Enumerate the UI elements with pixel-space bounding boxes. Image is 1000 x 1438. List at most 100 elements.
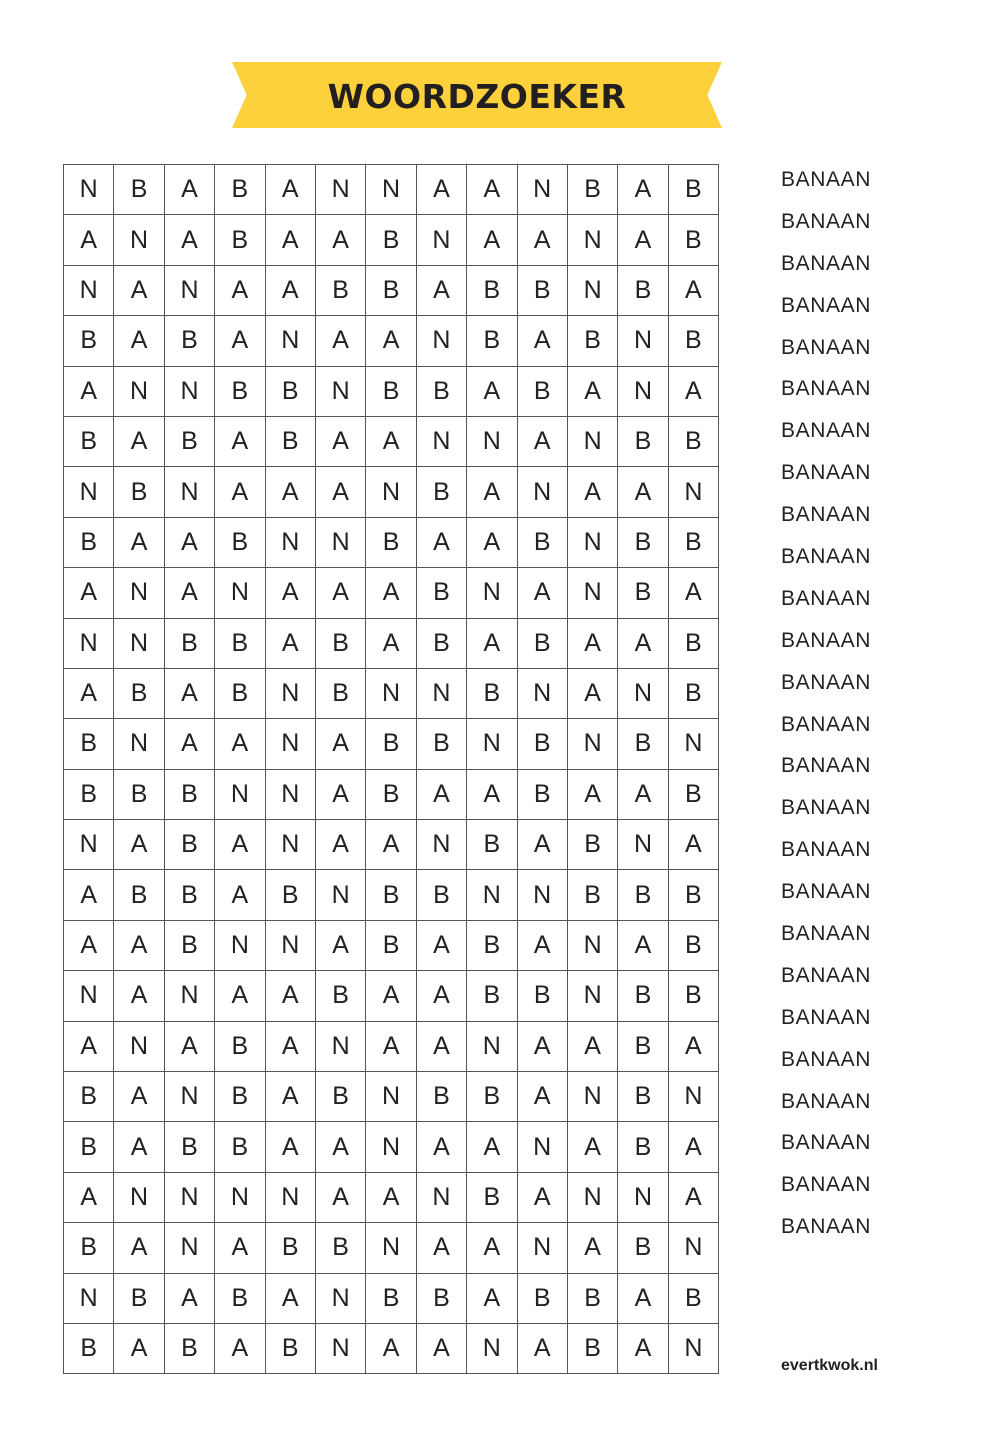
grid-cell[interactable]: A xyxy=(265,568,316,619)
grid-cell[interactable]: A xyxy=(215,971,266,1022)
grid-cell[interactable]: A xyxy=(114,316,165,367)
grid-cell[interactable]: N xyxy=(114,568,165,619)
grid-cell[interactable]: N xyxy=(64,1273,115,1324)
grid-cell[interactable]: B xyxy=(366,920,417,972)
grid-cell[interactable]: A xyxy=(114,517,165,569)
grid-cell[interactable]: A xyxy=(467,165,518,216)
grid-cell[interactable]: B xyxy=(567,316,619,367)
grid-cell[interactable]: A xyxy=(416,517,468,569)
grid-cell[interactable]: B xyxy=(164,920,216,972)
grid-cell[interactable]: A xyxy=(618,215,669,266)
grid-cell[interactable]: B xyxy=(366,870,417,921)
grid-cell[interactable]: A xyxy=(215,719,266,770)
grid-cell[interactable]: N xyxy=(416,1172,468,1224)
grid-cell[interactable]: B xyxy=(668,416,720,468)
grid-cell[interactable]: B xyxy=(668,165,720,216)
grid-cell[interactable]: N xyxy=(164,971,216,1022)
grid-cell[interactable]: A xyxy=(114,1122,165,1173)
grid-cell[interactable]: B xyxy=(366,215,417,266)
grid-cell[interactable]: A xyxy=(517,820,568,871)
grid-cell[interactable]: A xyxy=(64,1172,115,1224)
grid-cell[interactable]: A xyxy=(64,215,115,266)
grid-cell[interactable]: N xyxy=(517,1122,568,1173)
grid-cell[interactable]: N xyxy=(366,1223,417,1274)
grid-cell[interactable]: B xyxy=(265,870,316,921)
grid-cell[interactable]: B xyxy=(215,618,266,669)
grid-cell[interactable]: N xyxy=(567,568,619,619)
grid-cell[interactable]: B xyxy=(64,1323,115,1375)
grid-cell[interactable]: B xyxy=(618,517,669,569)
grid-cell[interactable]: A xyxy=(668,568,720,619)
grid-cell[interactable]: N xyxy=(567,971,619,1022)
grid-cell[interactable]: B xyxy=(416,467,468,518)
grid-cell[interactable]: N xyxy=(668,719,720,770)
grid-cell[interactable]: A xyxy=(265,618,316,669)
grid-cell[interactable]: N xyxy=(517,668,568,720)
grid-cell[interactable]: B xyxy=(567,1273,619,1324)
grid-cell[interactable]: N xyxy=(315,517,367,569)
grid-cell[interactable]: B xyxy=(265,366,316,417)
grid-cell[interactable]: N xyxy=(618,1172,669,1224)
grid-cell[interactable]: A xyxy=(366,568,417,619)
grid-cell[interactable]: B xyxy=(114,870,165,921)
grid-cell[interactable]: A xyxy=(64,1021,115,1073)
grid-cell[interactable]: A xyxy=(315,215,367,266)
grid-cell[interactable]: B xyxy=(618,568,669,619)
grid-cell[interactable]: N xyxy=(315,870,367,921)
grid-cell[interactable]: B xyxy=(215,1122,266,1173)
grid-cell[interactable]: N xyxy=(265,820,316,871)
grid-cell[interactable]: B xyxy=(366,719,417,770)
grid-cell[interactable]: A xyxy=(618,769,669,821)
grid-cell[interactable]: A xyxy=(315,769,367,821)
grid-cell[interactable]: B xyxy=(467,668,518,720)
grid-cell[interactable]: N xyxy=(64,165,115,216)
grid-cell[interactable]: N xyxy=(114,366,165,417)
grid-cell[interactable]: N xyxy=(416,820,468,871)
grid-cell[interactable]: B xyxy=(366,769,417,821)
grid-cell[interactable]: B xyxy=(567,165,619,216)
grid-cell[interactable]: N xyxy=(467,568,518,619)
grid-cell[interactable]: N xyxy=(416,215,468,266)
grid-cell[interactable]: N xyxy=(265,769,316,821)
grid-cell[interactable]: B xyxy=(114,165,165,216)
grid-cell[interactable]: B xyxy=(416,870,468,921)
grid-cell[interactable]: B xyxy=(467,265,518,317)
grid-cell[interactable]: B xyxy=(416,1273,468,1324)
grid-cell[interactable]: N xyxy=(315,1323,367,1375)
grid-cell[interactable]: B xyxy=(567,1323,619,1375)
grid-cell[interactable]: N xyxy=(215,568,266,619)
grid-cell[interactable]: A xyxy=(618,1273,669,1324)
grid-cell[interactable]: B xyxy=(164,870,216,921)
grid-cell[interactable]: N xyxy=(164,1072,216,1123)
grid-cell[interactable]: A xyxy=(567,1021,619,1073)
grid-cell[interactable]: N xyxy=(265,1172,316,1224)
grid-cell[interactable]: N xyxy=(315,1273,367,1324)
grid-cell[interactable]: A xyxy=(668,265,720,317)
grid-cell[interactable]: N xyxy=(64,265,115,317)
grid-cell[interactable]: A xyxy=(668,366,720,417)
grid-cell[interactable]: B xyxy=(618,1122,669,1173)
grid-cell[interactable]: N xyxy=(416,668,468,720)
grid-cell[interactable]: B xyxy=(567,820,619,871)
grid-cell[interactable]: B xyxy=(668,769,720,821)
grid-cell[interactable]: N xyxy=(366,467,417,518)
grid-cell[interactable]: N xyxy=(467,719,518,770)
grid-cell[interactable]: A xyxy=(265,971,316,1022)
grid-cell[interactable]: B xyxy=(467,820,518,871)
grid-cell[interactable]: N xyxy=(567,1072,619,1123)
grid-cell[interactable]: B xyxy=(668,920,720,972)
grid-cell[interactable]: A xyxy=(215,416,266,468)
grid-cell[interactable]: A xyxy=(567,618,619,669)
grid-cell[interactable]: N xyxy=(366,165,417,216)
grid-cell[interactable]: B xyxy=(517,719,568,770)
grid-cell[interactable]: N xyxy=(64,971,115,1022)
grid-cell[interactable]: B xyxy=(215,1021,266,1073)
grid-cell[interactable]: A xyxy=(467,215,518,266)
grid-cell[interactable]: N xyxy=(668,1323,720,1375)
grid-cell[interactable]: N xyxy=(618,668,669,720)
grid-cell[interactable]: B xyxy=(517,366,568,417)
grid-cell[interactable]: A xyxy=(366,316,417,367)
grid-cell[interactable]: A xyxy=(315,1122,367,1173)
grid-cell[interactable]: A xyxy=(366,1021,417,1073)
grid-cell[interactable]: A xyxy=(315,568,367,619)
